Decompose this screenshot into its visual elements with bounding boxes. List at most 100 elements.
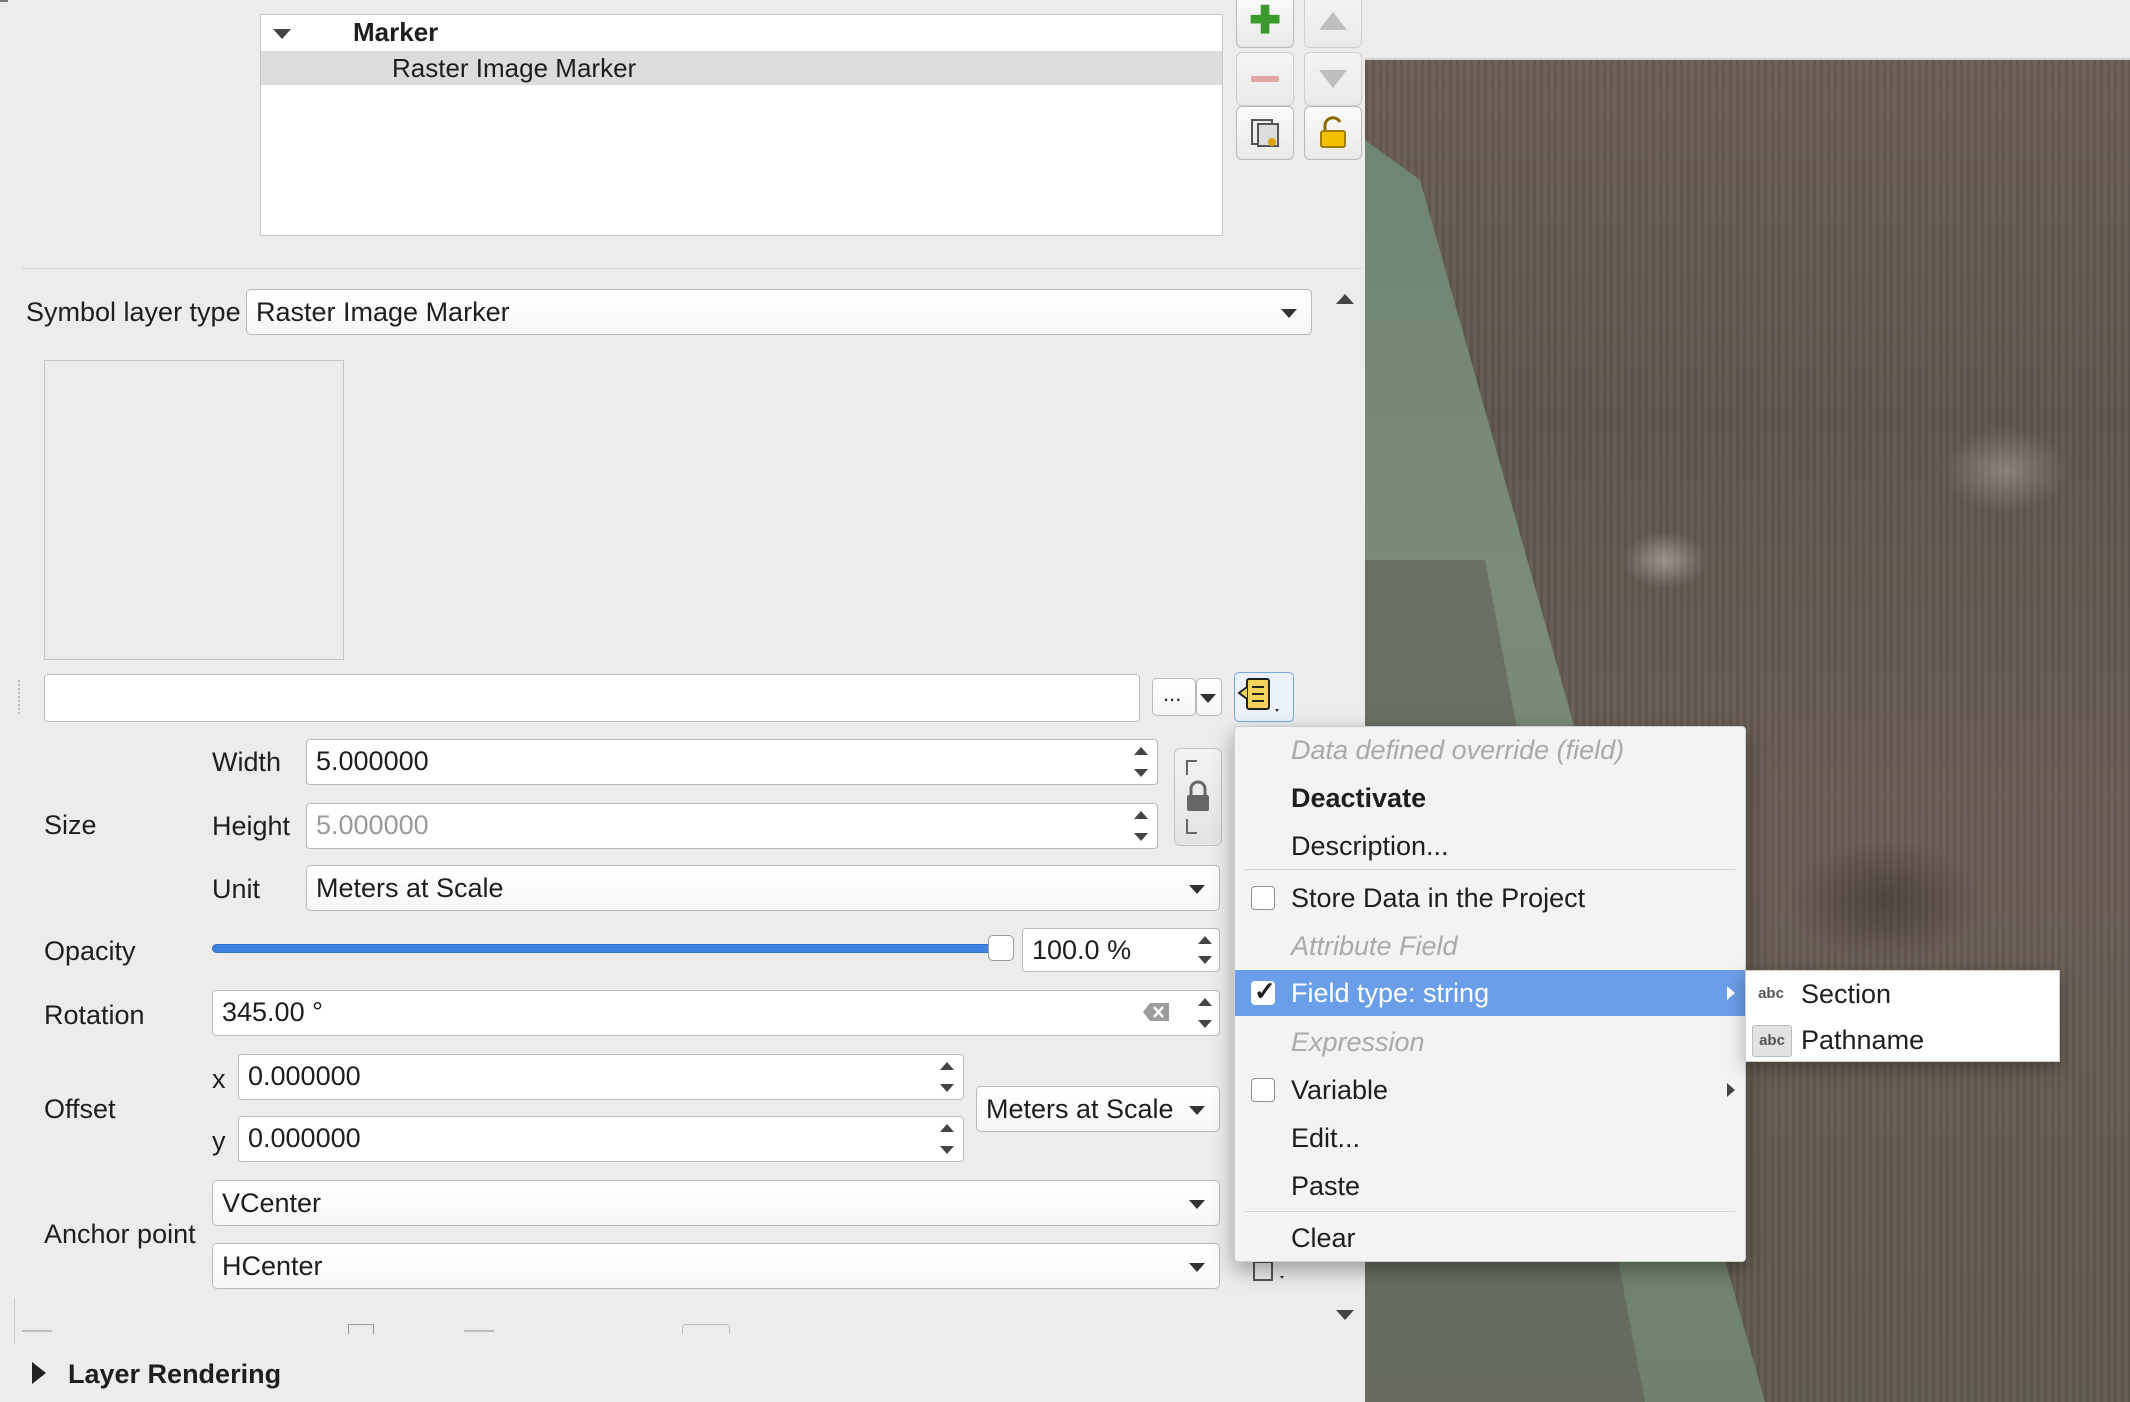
- symbol-layer-type-value: Raster Image Marker: [256, 297, 510, 327]
- anchor-horizontal-value: HCenter: [222, 1251, 323, 1281]
- expand-arrow-icon[interactable]: [273, 29, 291, 39]
- data-defined-override-button[interactable]: [1234, 672, 1294, 722]
- menu-item-edit[interactable]: Edit...: [1235, 1115, 1745, 1161]
- chevron-down-icon: [1189, 885, 1205, 894]
- splitter-handle[interactable]: [18, 680, 22, 714]
- menu-header-expression: Expression: [1291, 1027, 1425, 1057]
- size-label: Size: [44, 810, 97, 840]
- duplicate-layer-button[interactable]: [1236, 106, 1294, 160]
- plus-icon: ✚: [1249, 0, 1281, 42]
- offset-unit-select[interactable]: Meters at Scale: [976, 1086, 1220, 1132]
- menu-item-store-data[interactable]: Store Data in the Project: [1235, 875, 1745, 921]
- offset-y-spinner[interactable]: [934, 1118, 960, 1160]
- menu-item-deactivate[interactable]: Deactivate: [1235, 775, 1745, 821]
- clear-field-button[interactable]: [1142, 1002, 1170, 1022]
- data-defined-context-menu: Data defined override (field) Deactivate…: [1234, 726, 1746, 1262]
- string-field-icon: abc: [1752, 1025, 1792, 1057]
- arrow-down-icon: [1319, 70, 1347, 88]
- tree-marker-label: Marker: [353, 17, 439, 47]
- submenu-arrow-icon: [1727, 986, 1735, 1000]
- rotation-input[interactable]: 345.00 °: [212, 990, 1220, 1036]
- move-down-button[interactable]: [1304, 52, 1362, 106]
- height-spinner[interactable]: [1128, 805, 1154, 847]
- height-label: Height: [212, 811, 291, 841]
- add-layer-button[interactable]: ✚: [1236, 0, 1294, 48]
- rotation-spinner[interactable]: [1192, 992, 1218, 1034]
- checked-icon: ✓: [1251, 976, 1276, 1006]
- submenu-item-section[interactable]: abc Section: [1746, 971, 2059, 1017]
- chevron-down-icon: [1281, 309, 1297, 318]
- opacity-label: Opacity: [44, 936, 136, 966]
- remove-layer-button[interactable]: [1236, 52, 1294, 106]
- width-label: Width: [212, 747, 282, 777]
- variable-label: Variable: [1291, 1075, 1389, 1105]
- backspace-icon: [1143, 1003, 1169, 1021]
- tree-row-marker[interactable]: Marker: [261, 15, 1222, 49]
- expand-right-icon[interactable]: [32, 1362, 46, 1384]
- menu-header-data-defined: Data defined override (field): [1291, 735, 1625, 765]
- symbol-properties-panel: Marker Raster Image Marker ✚ Symbol laye…: [0, 0, 1365, 1402]
- scroll-down-icon[interactable]: [1336, 1310, 1354, 1320]
- opacity-input[interactable]: 100.0 %: [1022, 928, 1220, 972]
- menu-header-attribute-field: Attribute Field: [1291, 931, 1458, 961]
- lock-layer-button[interactable]: [1304, 106, 1362, 160]
- arrow-up-icon: [1319, 12, 1347, 30]
- checkbox-icon[interactable]: [1251, 886, 1275, 910]
- image-preview: [44, 360, 344, 660]
- symbol-layer-tree[interactable]: Marker Raster Image Marker: [260, 14, 1223, 236]
- offset-y-input[interactable]: 0.000000: [238, 1116, 964, 1162]
- menu-item-clear[interactable]: Clear: [1235, 1215, 1745, 1261]
- submenu-item-pathname[interactable]: abc Pathname: [1746, 1017, 2059, 1063]
- menu-item-description[interactable]: Description...: [1235, 823, 1745, 869]
- width-input[interactable]: 5.000000: [306, 739, 1158, 785]
- opacity-spinner[interactable]: [1192, 930, 1218, 970]
- field-submenu: abc Section abc Pathname: [1745, 970, 2060, 1062]
- menu-item-variable[interactable]: Variable: [1235, 1067, 1745, 1113]
- offset-x-input[interactable]: 0.000000: [238, 1054, 964, 1100]
- opacity-slider-handle[interactable]: [988, 935, 1014, 961]
- chevron-down-icon: [1189, 1106, 1205, 1115]
- menu-item-field-type-string[interactable]: ✓ Field type: string: [1235, 970, 1745, 1016]
- map-header-strip: [1365, 0, 2130, 60]
- symbol-layer-type-label: Symbol layer type: [26, 297, 241, 327]
- offset-x-spinner[interactable]: [934, 1056, 960, 1098]
- menu-separator: [1245, 869, 1735, 870]
- anchor-data-defined-button[interactable]: [1246, 1261, 1290, 1284]
- offset-label: Offset: [44, 1094, 116, 1124]
- browse-menu-button[interactable]: [1196, 678, 1222, 716]
- checkbox-icon[interactable]: [1251, 1078, 1275, 1102]
- submenu-item-label: Section: [1801, 979, 1892, 1009]
- size-unit-select[interactable]: Meters at Scale: [306, 865, 1220, 911]
- vertical-divider: [14, 1298, 15, 1343]
- lock-icon: [1186, 760, 1209, 834]
- browse-button[interactable]: ...: [1152, 678, 1196, 716]
- anchor-horizontal-select[interactable]: HCenter: [212, 1243, 1220, 1289]
- scroll-up-icon[interactable]: [1336, 294, 1354, 304]
- submenu-arrow-icon: [1727, 1083, 1735, 1097]
- unlock-icon: [1320, 116, 1346, 148]
- symbol-layer-type-select[interactable]: Raster Image Marker: [246, 289, 1312, 335]
- size-unit-value: Meters at Scale: [316, 873, 504, 903]
- corner-mark: [0, 0, 8, 10]
- opacity-slider[interactable]: [212, 944, 1002, 953]
- move-up-button[interactable]: [1304, 0, 1362, 48]
- offset-y-label: y: [212, 1126, 226, 1156]
- divider: [22, 268, 1362, 269]
- offset-unit-value: Meters at Scale: [986, 1094, 1174, 1124]
- image-path-input[interactable]: [44, 674, 1140, 722]
- height-input[interactable]: 5.000000: [306, 803, 1158, 849]
- tree-row-raster-image-marker[interactable]: Raster Image Marker: [261, 51, 1222, 85]
- menu-item-paste[interactable]: Paste: [1235, 1163, 1745, 1209]
- submenu-item-label: Pathname: [1801, 1025, 1925, 1055]
- store-data-label: Store Data in the Project: [1291, 883, 1586, 913]
- width-spinner[interactable]: [1128, 741, 1154, 783]
- chevron-down-icon: [1200, 694, 1216, 703]
- chevron-down-icon: [1189, 1200, 1205, 1209]
- anchor-point-label: Anchor point: [44, 1219, 196, 1249]
- lock-aspect-ratio-button[interactable]: [1174, 748, 1222, 846]
- unit-label: Unit: [212, 874, 261, 904]
- layer-rendering-section[interactable]: Layer Rendering: [68, 1358, 281, 1390]
- tree-child-label: Raster Image Marker: [392, 53, 637, 83]
- offset-x-label: x: [212, 1064, 226, 1094]
- anchor-vertical-select[interactable]: VCenter: [212, 1180, 1220, 1226]
